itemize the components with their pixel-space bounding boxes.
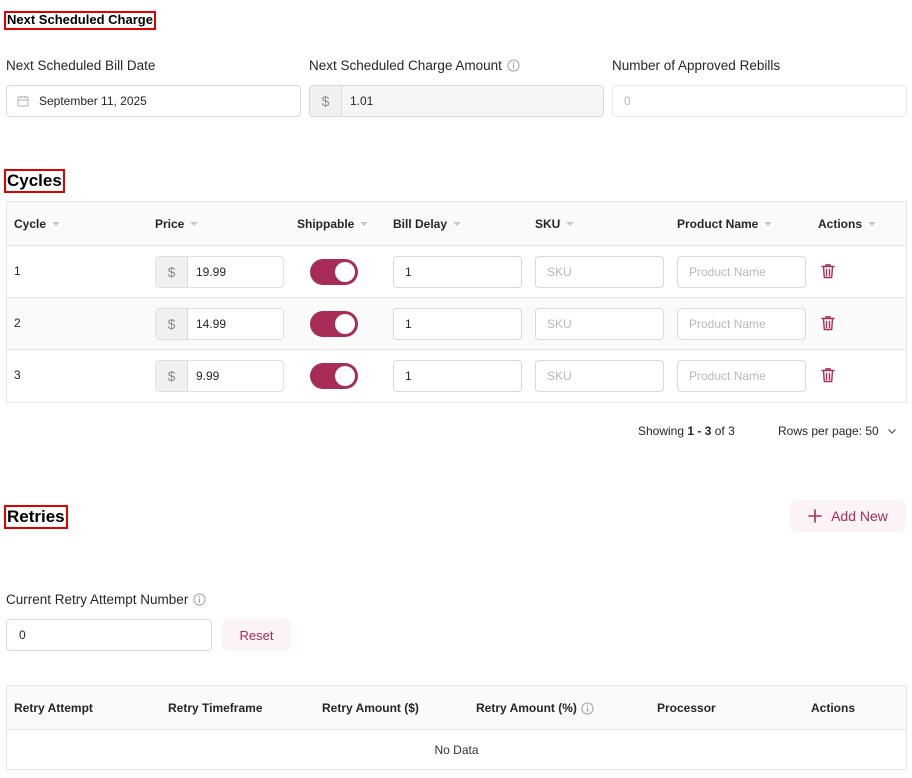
rows-per-page-select[interactable]: Rows per page: 50 [778,424,897,438]
col-retry-amount-dollar: Retry Amount ($) [322,701,419,715]
sort-icon[interactable] [360,222,369,226]
calendar-icon [17,95,29,107]
product-name-placeholder: Product Name [689,369,766,383]
shippable-toggle[interactable] [310,259,358,285]
col-bill-delay[interactable]: Bill Delay [393,202,462,246]
bill-date-picker[interactable]: September 11, 2025 [6,85,301,117]
pagination-summary: Showing 1 - 3 of 3 [638,424,735,438]
approved-rebills-label: Number of Approved Rebills [612,58,781,73]
cycles-table-header: Cycle Price Shippable Bill Delay SKU Pro… [7,202,906,246]
sku-placeholder: SKU [547,369,572,383]
bill-delay-field[interactable]: 1 [393,256,522,288]
sku-field[interactable]: SKU [535,360,664,392]
sort-icon[interactable] [52,222,61,226]
info-icon[interactable] [193,593,206,606]
currency-prefix: $ [156,361,188,391]
info-icon[interactable] [507,59,520,72]
bill-delay-value: 1 [405,369,412,383]
reset-button[interactable]: Reset [222,619,291,651]
charge-amount-field[interactable]: $ 1.01 [309,85,604,117]
cycle-number: 1 [14,264,21,278]
product-name-field[interactable]: Product Name [677,308,806,340]
currency-prefix: $ [310,86,342,116]
current-retry-value: 0 [19,628,26,642]
bill-delay-value: 1 [405,317,412,331]
approved-rebills-placeholder: 0 [624,94,631,108]
col-actions[interactable]: Actions [818,202,877,246]
table-row: 3 $ 9.99 1 SKU Product Name [7,350,906,402]
price-field[interactable]: $ 19.99 [155,256,284,288]
col-cycle[interactable]: Cycle [14,202,61,246]
col-retry-timeframe: Retry Timeframe [168,701,263,715]
sort-icon[interactable] [453,222,462,226]
charge-amount-label: Next Scheduled Charge Amount [309,58,520,73]
sku-placeholder: SKU [547,317,572,331]
col-retry-attempt: Retry Attempt [14,701,93,715]
cycles-table: Cycle Price Shippable Bill Delay SKU Pro… [6,201,907,403]
next-scheduled-charge-title: Next Scheduled Charge [4,11,156,30]
currency-prefix: $ [156,257,188,287]
trash-icon[interactable] [821,315,835,331]
chevron-down-icon [887,429,896,434]
bill-date-label: Next Scheduled Bill Date [6,58,156,73]
bill-delay-value: 1 [405,265,412,279]
retries-table: Retry Attempt Retry Timeframe Retry Amou… [6,685,907,770]
sku-field[interactable]: SKU [535,308,664,340]
price-value: 14.99 [196,317,227,331]
cycles-title: Cycles [4,169,65,193]
price-field[interactable]: $ 14.99 [155,308,284,340]
charge-amount-value: 1.01 [350,94,374,108]
price-field[interactable]: $ 9.99 [155,360,284,392]
trash-icon[interactable] [821,263,835,279]
col-sku[interactable]: SKU [535,202,575,246]
bill-date-value: September 11, 2025 [39,94,147,108]
sort-icon[interactable] [868,222,877,226]
price-value: 19.99 [196,265,227,279]
product-name-placeholder: Product Name [689,265,766,279]
sort-icon[interactable] [566,222,575,226]
cycle-number: 2 [14,316,21,330]
table-row: 1 $ 19.99 1 SKU Product Name [7,246,906,298]
col-product-name[interactable]: Product Name [677,202,773,246]
sku-field[interactable]: SKU [535,256,664,288]
sku-placeholder: SKU [547,265,572,279]
product-name-placeholder: Product Name [689,317,766,331]
price-value: 9.99 [196,369,220,383]
cycle-number: 3 [14,368,21,382]
product-name-field[interactable]: Product Name [677,256,806,288]
current-retry-label: Current Retry Attempt Number [6,592,206,607]
retries-table-header: Retry Attempt Retry Timeframe Retry Amou… [7,686,906,730]
approved-rebills-field[interactable]: 0 [612,85,907,117]
shippable-toggle[interactable] [310,311,358,337]
col-price[interactable]: Price [155,202,199,246]
sort-icon[interactable] [764,222,773,226]
empty-state: No Data [434,742,479,757]
shippable-toggle[interactable] [310,363,358,389]
currency-prefix: $ [156,309,188,339]
bill-delay-field[interactable]: 1 [393,360,522,392]
info-icon[interactable] [581,701,594,715]
col-retry-amount-percent: Retry Amount (%) [476,686,594,730]
plus-icon [808,509,822,523]
retries-title: Retries [4,505,68,529]
col-processor: Processor [657,701,716,715]
table-row: 2 $ 14.99 1 SKU Product Name [7,298,906,350]
product-name-field[interactable]: Product Name [677,360,806,392]
sort-icon[interactable] [190,222,199,226]
trash-icon[interactable] [821,367,835,383]
add-new-button[interactable]: Add New [790,500,906,532]
col-shippable[interactable]: Shippable [297,202,369,246]
current-retry-input[interactable]: 0 [6,619,212,651]
bill-delay-field[interactable]: 1 [393,308,522,340]
col-actions: Actions [811,701,856,715]
